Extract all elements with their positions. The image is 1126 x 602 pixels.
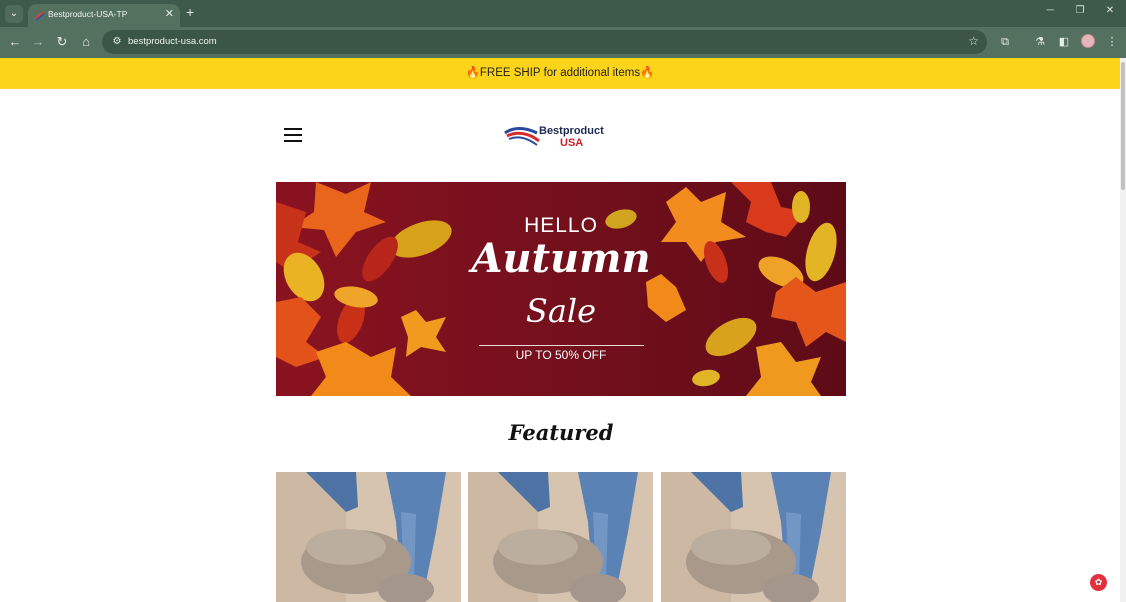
logo-wordmark: Bestproduct	[539, 125, 604, 137]
tab-list-button[interactable]: ⌄	[5, 5, 23, 23]
home-icon[interactable]: ⌂	[78, 34, 94, 50]
browser-toolbar: ← → ↻ ⌂ ⚙ bestproduct-usa.com ☆ ⧉ ⚗ ◧ ⋮	[0, 27, 1126, 58]
address-bar[interactable]: ⚙ bestproduct-usa.com ☆	[102, 30, 987, 54]
product-card[interactable]	[276, 472, 461, 602]
browser-tab-strip: ⌄ Bestproduct-USA-TP ✕ + ─ ❐ ✕	[0, 0, 1126, 27]
product-card[interactable]	[468, 472, 653, 602]
reload-icon[interactable]: ↻	[54, 34, 70, 50]
promo-text: 🔥FREE SHIP for additional items🔥	[465, 67, 655, 79]
product-image	[276, 472, 461, 602]
banner-offer-text: UP TO 50% OFF	[515, 348, 607, 362]
labs-flask-icon[interactable]: ⚗	[1032, 34, 1048, 50]
browser-tab[interactable]: Bestproduct-USA-TP ✕	[28, 4, 180, 27]
bookmark-star-icon[interactable]: ☆	[968, 34, 979, 48]
site-info-icon[interactable]: ⚙	[110, 35, 124, 49]
profile-avatar[interactable]	[1081, 34, 1095, 48]
forward-icon[interactable]: →	[30, 34, 46, 50]
banner-sale-text: Sale	[525, 292, 597, 330]
back-icon[interactable]: ←	[7, 34, 23, 50]
site-favicon-icon	[34, 11, 45, 21]
plus-icon[interactable]: +	[186, 4, 194, 20]
logo-usa: USA	[560, 137, 583, 149]
site-logo[interactable]: Bestproduct USA	[503, 121, 618, 149]
scrollbar-thumb[interactable]	[1121, 62, 1125, 190]
tab-title: Bestproduct-USA-TP	[48, 9, 128, 19]
product-card[interactable]	[661, 472, 846, 602]
restore-icon[interactable]: ❐	[1072, 5, 1088, 16]
product-image	[468, 472, 653, 602]
url-text[interactable]: bestproduct-usa.com	[128, 36, 217, 47]
autumn-sale-banner[interactable]: HELLO Autumn Sale UP TO 50% OFF	[276, 182, 846, 396]
window-close-icon[interactable]: ✕	[1102, 5, 1118, 16]
featured-heading: Featured	[508, 420, 614, 445]
menu-kebab-icon[interactable]: ⋮	[1104, 34, 1120, 50]
banner-divider	[479, 345, 644, 346]
extensions-icon[interactable]: ⧉	[997, 34, 1013, 50]
close-icon[interactable]: ✕	[165, 7, 174, 20]
minimize-icon[interactable]: ─	[1042, 5, 1058, 16]
support-widget-icon[interactable]: ✿	[1090, 574, 1107, 591]
promo-bar: 🔥FREE SHIP for additional items🔥	[0, 58, 1120, 89]
banner-autumn-text: Autumn	[471, 235, 651, 282]
product-image	[661, 472, 846, 602]
side-panel-icon[interactable]: ◧	[1056, 34, 1072, 50]
hamburger-menu-icon[interactable]	[284, 128, 302, 142]
